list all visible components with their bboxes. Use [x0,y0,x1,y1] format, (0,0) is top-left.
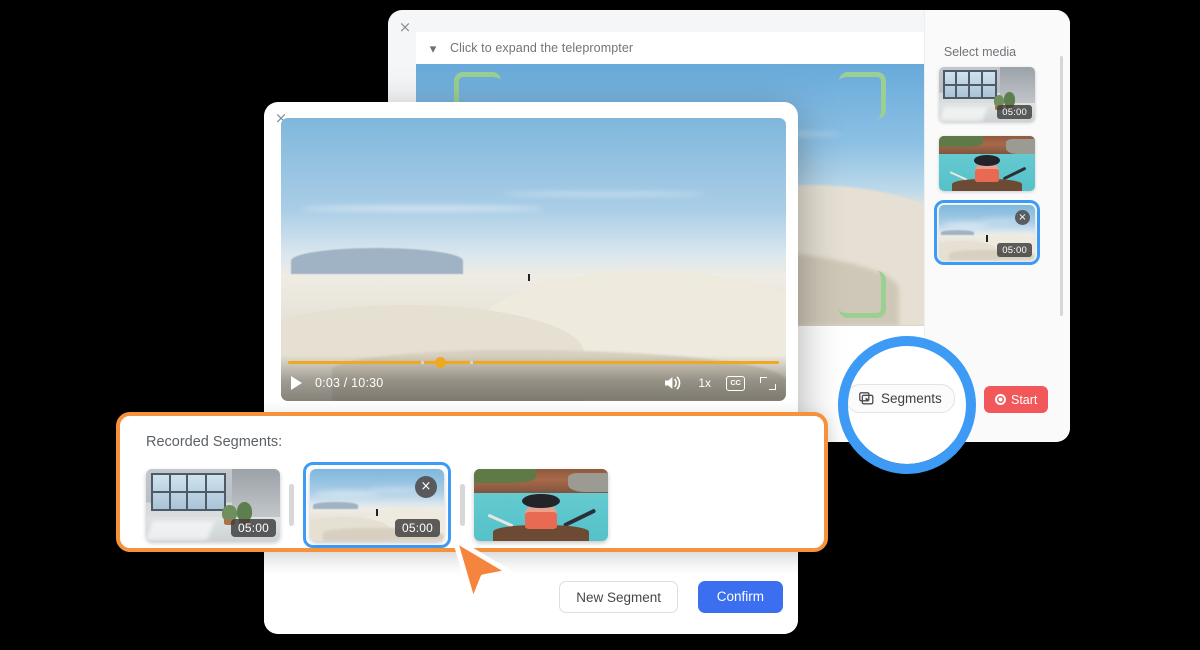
fullscreen-corner [760,377,767,383]
remove-media-icon[interactable]: × [1015,210,1030,225]
confirm-button[interactable]: Confirm [698,581,783,613]
cloud-decor [503,192,705,196]
record-icon [995,394,1006,405]
playback-speed-button[interactable]: 1x [698,376,711,390]
segments-button[interactable]: Segments [846,384,955,413]
segment-thumbnail[interactable]: × 05:00 [310,469,444,541]
media-thumbnail[interactable]: 05:00 [939,67,1035,122]
preview-window: × 0:03 / 10:30 [264,102,798,634]
media-panel-title: Select media [925,45,1035,59]
teleprompter-label: Click to expand the teleprompter [450,41,633,55]
control-row: 0:03 / 10:30 1x CC [281,372,786,394]
preview-footer: New Segment Confirm [264,560,798,634]
duration-badge: 05:00 [997,105,1032,119]
close-icon[interactable]: × [397,19,413,35]
cloud-decor [301,206,543,211]
segments-strip: 05:00 × 05:00 [146,462,608,548]
segment-thumbnail[interactable]: 05:00 [146,469,280,541]
remove-segment-icon[interactable]: × [415,476,437,498]
recorded-segments-popup: Recorded Segments: 05:00 × 05:00 [116,412,828,552]
mountain-decor [291,248,463,273]
media-thumbnail[interactable]: × 05:00 [939,205,1035,260]
frame-guide-icon [839,72,886,119]
new-segment-button[interactable]: New Segment [559,581,678,613]
segment-drag-handle[interactable] [460,484,465,526]
start-button[interactable]: Start [984,386,1048,413]
recorded-segments-title: Recorded Segments: [146,434,282,450]
chapter-marker [470,361,473,364]
thumbnail-image [939,136,1035,191]
volume-icon[interactable] [664,375,683,391]
duration-badge: 05:00 [997,243,1032,257]
screen-root: × ▾ Click to expand the teleprompter [0,0,1200,650]
segment-thumbnail[interactable] [474,469,608,541]
selected-segment-wrapper[interactable]: × 05:00 [303,462,451,548]
frame-guide-icon [839,271,886,318]
scrollbar[interactable] [1060,56,1063,316]
fullscreen-icon[interactable] [760,377,776,390]
video-player[interactable]: 0:03 / 10:30 1x CC [281,118,786,401]
segments-button-label: Segments [881,391,942,406]
media-thumbnail[interactable] [939,136,1035,191]
thumbnail-image [474,469,608,541]
control-right-group: 1x CC [664,375,776,391]
time-display: 0:03 / 10:30 [315,376,383,390]
segment-duration-badge: 05:00 [395,519,440,537]
person-decor [528,274,530,281]
teleprompter-bar[interactable]: ▾ Click to expand the teleprompter [416,32,924,65]
player-controls: 0:03 / 10:30 1x CC [281,355,786,401]
fullscreen-corner [769,384,776,390]
progress-handle[interactable] [435,357,446,368]
segments-icon [859,392,874,405]
media-list: 05:00 × 05:00 [939,67,1039,274]
start-button-label: Start [1011,393,1037,407]
chapter-marker [421,361,424,364]
chevron-down-icon[interactable]: ▾ [416,42,450,55]
segment-drag-handle[interactable] [289,484,294,526]
captions-icon[interactable]: CC [726,376,745,391]
progress-bar[interactable] [288,361,779,364]
play-button[interactable] [291,376,302,390]
segment-duration-badge: 05:00 [231,519,276,537]
